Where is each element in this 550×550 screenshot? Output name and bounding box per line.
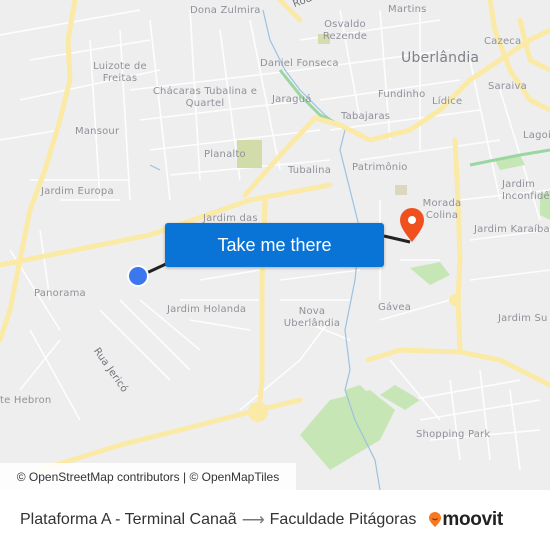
neighborhood-label: Fundinho [378, 89, 426, 100]
origin-name: Plataforma A - Terminal Canaã [20, 511, 237, 528]
neighborhood-label: Planalto [204, 149, 246, 160]
neighborhood-label: Martins [388, 4, 427, 15]
neighborhood-label: Osvaldo Rezende [322, 19, 368, 42]
map[interactable]: Dona Zulmira Osvaldo Rezende Martins Caz… [0, 0, 550, 490]
neighborhood-label: Jardim Europa [41, 186, 114, 197]
neighborhood-label: Panorama [34, 288, 86, 299]
origin-marker-icon[interactable] [127, 265, 149, 287]
neighborhood-label: Saraiva [488, 81, 527, 92]
neighborhood-label: Jaraguá [272, 94, 312, 105]
neighborhood-label: Tabajaras [341, 111, 391, 122]
destination-name: Faculdade Pitágoras [269, 511, 417, 528]
neighborhood-label: Nova Uberlândia [283, 306, 341, 329]
neighborhood-label: Jardim Su [498, 313, 548, 324]
neighborhood-label: Cazeca [484, 36, 522, 47]
neighborhood-label: Tubalina [288, 165, 332, 176]
route-line [383, 234, 411, 244]
moovit-wordmark: moovit [442, 509, 503, 530]
neighborhood-label: Dona Zulmira [190, 5, 261, 16]
neighborhood-label: Jardim Holanda [167, 304, 247, 315]
neighborhood-label: te Hebron [0, 395, 52, 406]
arrow-right-icon: ⟶ [241, 512, 265, 529]
neighborhood-label: Luizote de Freitas [93, 61, 147, 84]
neighborhood-label: Lagoi [523, 130, 550, 141]
city-label: Uberlândia [401, 50, 480, 66]
moovit-pin-icon [429, 512, 442, 527]
neighborhood-label: Patrimônio [352, 162, 408, 173]
neighborhood-label: Chácaras Tubalina e Quartel [152, 86, 258, 109]
neighborhood-label: Gávea [378, 302, 412, 313]
route-footer: Plataforma A - Terminal Canaã ⟶ Faculdad… [0, 490, 550, 550]
neighborhood-label: Mansour [75, 126, 120, 137]
neighborhood-label: Jardim Inconfidê [502, 179, 550, 202]
neighborhood-label: Morada Colina [422, 198, 462, 221]
map-attribution[interactable]: © OpenStreetMap contributors | © OpenMap… [0, 463, 296, 490]
take-me-there-button[interactable]: Take me there [165, 223, 384, 267]
neighborhood-label: Lídice [432, 96, 463, 107]
moovit-logo[interactable]: moovit [428, 509, 503, 531]
neighborhood-label: Daniel Fonseca [260, 58, 339, 69]
neighborhood-label: Shopping Park [416, 429, 491, 440]
neighborhood-label: Jardim Karaíba [474, 224, 550, 235]
